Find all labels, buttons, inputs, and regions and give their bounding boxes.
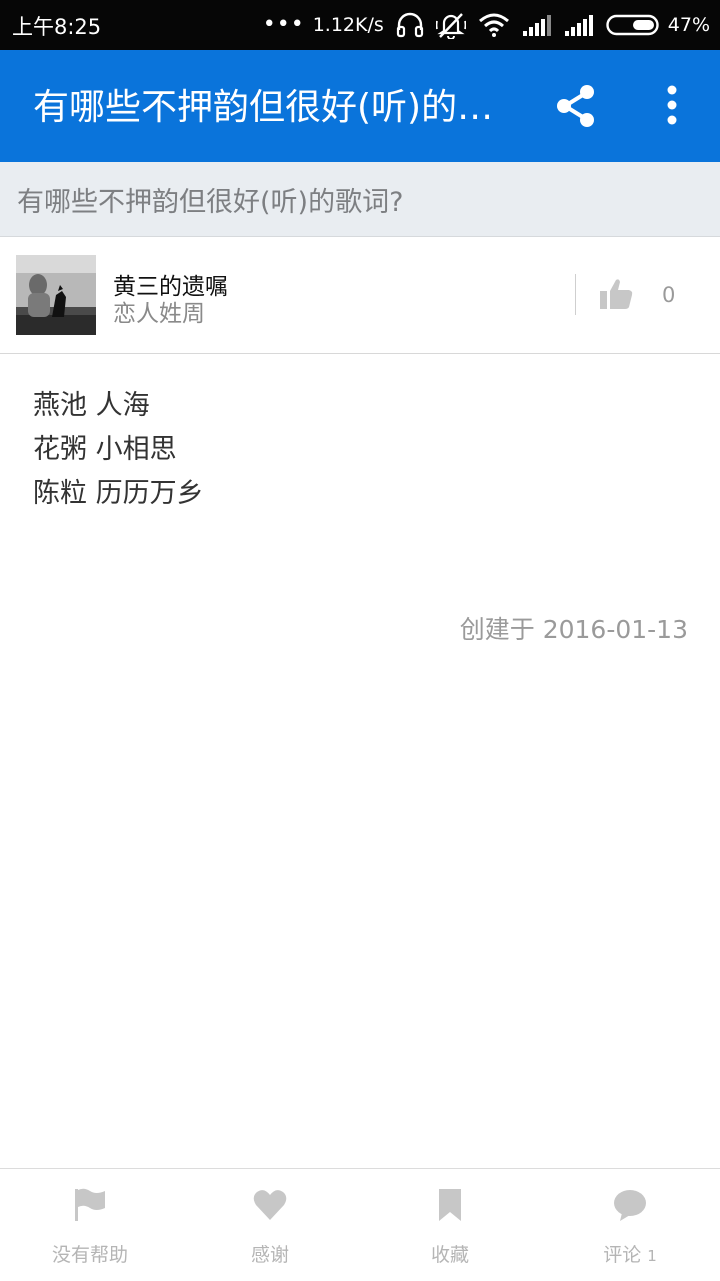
- not-helpful-button[interactable]: 没有帮助: [0, 1169, 180, 1281]
- divider: [575, 274, 576, 315]
- comment-button[interactable]: 评论 1: [540, 1169, 720, 1281]
- answer-line: 花粥 小相思: [33, 434, 177, 465]
- wifi-icon: [478, 13, 510, 37]
- author-row[interactable]: 黄三的遗嘱 恋人姓周 0: [0, 237, 720, 354]
- comment-icon: [614, 1190, 646, 1221]
- question-title: 有哪些不押韵但很好(听)的歌词?: [17, 187, 404, 218]
- battery-percent: 47%: [667, 14, 710, 36]
- tab-label: 感谢: [250, 1244, 289, 1266]
- headset-icon: [396, 12, 424, 38]
- battery-icon: [606, 13, 662, 37]
- tab-label: 评论 1: [540, 1240, 720, 1267]
- thanks-button[interactable]: 感谢: [180, 1169, 360, 1281]
- vote-count: 0: [662, 283, 676, 307]
- more-options-button[interactable]: [652, 82, 692, 130]
- comment-count: 1: [647, 1247, 657, 1265]
- status-bar: 上午8:25 ••• 1.12K/s 47%: [0, 0, 720, 50]
- share-button[interactable]: [552, 82, 600, 130]
- comment-label: 评论: [603, 1244, 642, 1266]
- question-header[interactable]: 有哪些不押韵但很好(听)的歌词?: [0, 162, 720, 237]
- share-icon: [557, 85, 594, 127]
- more-vert-icon: [667, 85, 677, 125]
- favorite-button[interactable]: 收藏: [360, 1169, 540, 1281]
- more-dots-icon: •••: [262, 12, 305, 37]
- bookmark-icon: [439, 1189, 461, 1221]
- bottom-action-bar: 没有帮助 感谢 收藏 评论 1: [0, 1168, 720, 1281]
- flag-icon: [75, 1188, 105, 1221]
- answer-line: 陈粒 历历万乡: [33, 478, 204, 509]
- avatar[interactable]: [16, 255, 96, 335]
- network-speed: 1.12K/s: [312, 14, 384, 36]
- thumbs-up-icon[interactable]: [598, 277, 634, 311]
- answer-body: 燕池 人海 花粥 小相思 陈粒 历历万乡: [33, 386, 693, 518]
- signal-icon: [564, 13, 594, 37]
- tab-label: 收藏: [430, 1244, 469, 1266]
- page-title: 有哪些不押韵但很好(听)的歌词?: [33, 87, 503, 128]
- answer-line: 燕池 人海: [33, 390, 150, 421]
- author-bio: 恋人姓周: [113, 301, 205, 327]
- signal-icon: [522, 13, 552, 37]
- status-time: 上午8:25: [12, 15, 102, 39]
- created-date: 创建于 2016-01-13: [459, 615, 688, 644]
- app-bar: 有哪些不押韵但很好(听)的歌词?: [0, 50, 720, 162]
- heart-icon: [253, 1190, 287, 1220]
- mute-icon: [435, 11, 466, 39]
- tab-label: 没有帮助: [51, 1244, 128, 1266]
